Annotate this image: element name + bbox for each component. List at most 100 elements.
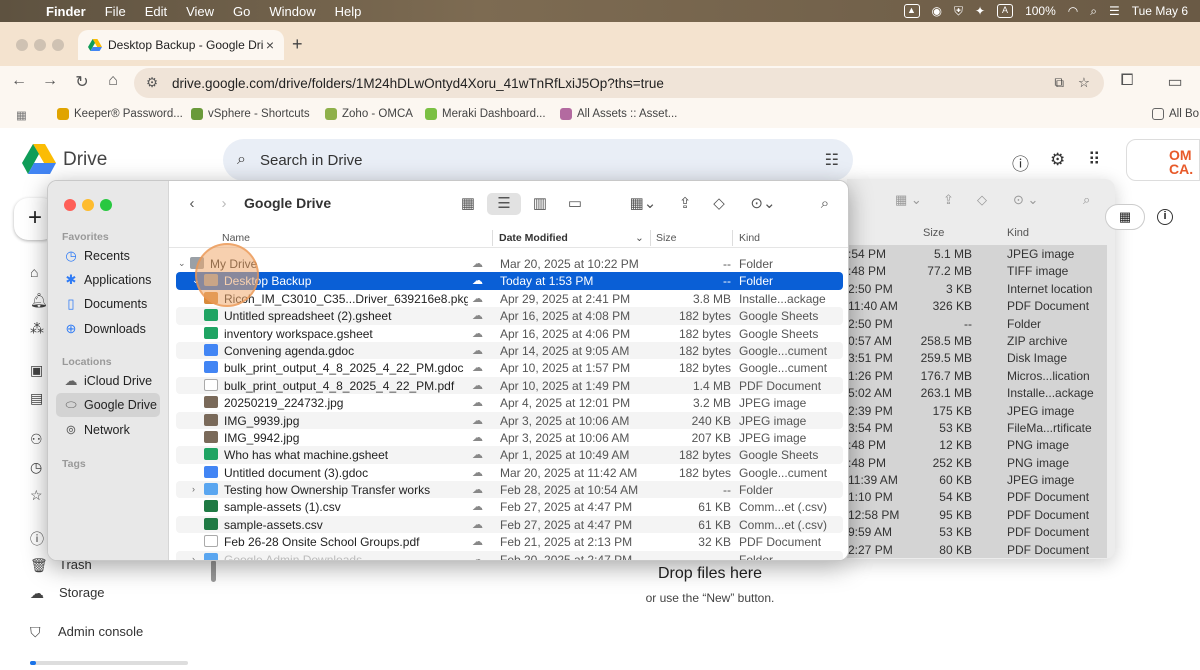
file-row[interactable]: Untitled spreadsheet (2).gsheet ☁ Apr 16, …	[176, 307, 843, 325]
bg-file-row[interactable]: 5:02 AM 263.1 MB Installe...ackage	[847, 384, 1107, 402]
bg-file-row[interactable]: 2:27 PM 80 KB PDF Document	[847, 540, 1107, 559]
storage-cloud-icon[interactable]: ☁	[30, 585, 44, 602]
cloud-status-icon[interactable]: ☁	[472, 257, 483, 270]
bg-file-row[interactable]: 0:57 AM 258.5 MB ZIP archive	[847, 331, 1107, 350]
file-row[interactable]: IMG_9939.jpg ☁ Apr 3, 2025 at 10:06 AM 240 …	[176, 411, 843, 429]
bg-share-icon[interactable]: ⇪	[943, 192, 954, 208]
bookmark-zoho[interactable]: Zoho - OMCA	[325, 108, 413, 120]
bg-file-row[interactable]: 2:50 PM 3 KB Internet location	[847, 279, 1107, 298]
sidebar-item-applications[interactable]: ✱ Applications	[56, 268, 160, 292]
drive-logo-icon[interactable]	[22, 144, 56, 174]
back-chevron-icon[interactable]: ‹	[185, 193, 199, 215]
date-column-header[interactable]: Date Modified	[499, 232, 568, 244]
computers-nav-icon[interactable]: ▤	[30, 390, 43, 407]
column-divider[interactable]	[732, 230, 733, 246]
bg-size-header[interactable]: Size	[923, 227, 944, 239]
menubar-clock[interactable]: Tue May 6	[1132, 4, 1188, 18]
apps-grid-icon[interactable]: ▦	[16, 108, 27, 122]
share-icon[interactable]: ⇪	[674, 193, 696, 215]
cloud-status-icon[interactable]: ☁	[472, 518, 483, 531]
menu-app-name[interactable]: Finder	[46, 4, 86, 19]
bookmark-all-bookmarks[interactable]: All Bo	[1152, 108, 1199, 120]
cloud-status-icon[interactable]: ☁	[472, 535, 483, 548]
bookmark-star-icon[interactable]: ☆	[1078, 75, 1090, 91]
cloud-status-icon[interactable]: ☁	[472, 379, 483, 392]
browser-tab-active[interactable]: Desktop Backup - Google Dri ×	[78, 30, 284, 60]
details-info-icon[interactable]: i	[1157, 209, 1173, 225]
disclosure-closed-icon[interactable]: ›	[192, 484, 195, 494]
tab-close-icon[interactable]: ×	[266, 37, 274, 53]
menu-view[interactable]: View	[186, 4, 214, 19]
file-row[interactable]: bulk_print_output_4_8_2025_4_22_PM.pdf ☁ A…	[176, 376, 843, 395]
settings-gear-icon[interactable]: ⚙	[1050, 150, 1065, 170]
cloud-status-icon[interactable]: ☁	[472, 361, 483, 374]
drive-view-toggle-icon[interactable]: ▦	[1105, 204, 1145, 230]
bg-file-row[interactable]: 9:59 AM 53 KB PDF Document	[847, 523, 1107, 541]
address-bar[interactable]: ⚙ drive.google.com/drive/folders/1M24hDL…	[134, 68, 1104, 98]
column-divider[interactable]	[492, 230, 493, 246]
bg-kind-header[interactable]: Kind	[1007, 227, 1029, 239]
org-logo[interactable]: OM CA.	[1126, 139, 1200, 181]
bg-file-row[interactable]: :48 PM 12 KB PNG image	[847, 436, 1107, 454]
column-divider[interactable]	[650, 230, 651, 246]
file-row[interactable]: Ricoh_IM_C3010_C35...Driver_639216e8.pkg…	[176, 290, 843, 307]
cloud-status-icon[interactable]: ☁	[472, 553, 483, 560]
sidebar-scrollbar[interactable]	[211, 560, 216, 582]
group-by-icon[interactable]: ▦⌄	[625, 193, 661, 215]
bookmark-meraki[interactable]: Meraki Dashboard...	[425, 108, 546, 120]
cloud-status-icon[interactable]: ☁	[472, 466, 483, 479]
bg-file-row[interactable]: 12:58 PM 95 KB PDF Document	[847, 505, 1107, 524]
gallery-view-icon[interactable]: ▭	[561, 193, 589, 215]
bg-file-row[interactable]: 1:10 PM 54 KB PDF Document	[847, 488, 1107, 506]
size-column-header[interactable]: Size	[656, 232, 676, 244]
bg-group-icon[interactable]: ▦ ⌄	[895, 192, 922, 208]
bg-file-row[interactable]: :54 PM 5.1 MB JPEG image	[847, 245, 1107, 263]
menu-go[interactable]: Go	[233, 4, 250, 19]
cloud-status-icon[interactable]: ☁	[472, 344, 483, 357]
starred-nav-icon[interactable]: ☆	[30, 487, 43, 504]
file-row[interactable]: sample-assets.csv ☁ Feb 27, 2025 at 4:47 P…	[176, 515, 843, 534]
workspaces-nav-icon[interactable]: ⁂	[30, 320, 44, 337]
background-finder-window[interactable]: ▦ ⌄ ⇪ ◇ ⊙ ⌄ ⌕ Size Kind :54 PM 5.1 MB JPEG…	[847, 179, 1115, 559]
activity-nav-icon[interactable]: 🔔︎	[30, 292, 48, 309]
drive-search-bar[interactable]: ⌕ Search in Drive ☷	[223, 139, 853, 181]
install-app-icon[interactable]: ⧉	[1054, 75, 1064, 91]
cloud-status-icon[interactable]: ☁	[472, 414, 483, 427]
window-close-button[interactable]	[16, 39, 28, 51]
cloud-status-icon[interactable]: ☁	[472, 274, 483, 287]
file-row[interactable]: bulk_print_output_4_8_2025_4_22_PM.gdoc ☁…	[176, 359, 843, 376]
finder-zoom-button[interactable]	[100, 199, 112, 211]
finder-close-button[interactable]	[64, 199, 76, 211]
sidebar-item-icloud[interactable]: ☁ iCloud Drive	[56, 369, 160, 393]
bg-file-row[interactable]: 1:26 PM 176.7 MB Micros...lication	[847, 366, 1107, 385]
bg-file-row[interactable]: 11:40 AM 326 KB PDF Document	[847, 297, 1107, 315]
bird-status-icon[interactable]: ✦	[975, 4, 985, 18]
cloud-status-icon[interactable]: ☁	[472, 448, 483, 461]
admin-shield-icon[interactable]: ⛉	[30, 624, 41, 641]
control-center-icon[interactable]: ☰	[1109, 4, 1120, 18]
file-row[interactable]: 20250219_224732.jpg ☁ Apr 4, 2025 at 12:01…	[176, 394, 843, 411]
cast-icon[interactable]: ▭	[1164, 72, 1186, 92]
bg-tag-icon[interactable]: ◇	[977, 192, 987, 208]
disclosure-open-icon[interactable]: ⌄	[178, 258, 186, 269]
status-app-icon[interactable]: ▲	[903, 4, 920, 18]
finder-window[interactable]: Favorites ◷ Recents ✱ Applications ▯ Docume…	[47, 180, 849, 561]
cloud-status-icon[interactable]: ☁	[472, 431, 483, 444]
storage-nav-label[interactable]: Storage	[59, 585, 105, 600]
file-row-selected[interactable]: ⌄Desktop Backup☁Today at 1:53 PM--Folder	[176, 272, 843, 290]
new-tab-button[interactable]: +	[292, 34, 303, 55]
drop-zone[interactable]: Drop files here or use the “New” button.	[560, 565, 860, 605]
file-row[interactable]: ⌄My Drive☁Mar 20, 2025 at 10:22 PM--Fold…	[176, 255, 843, 272]
help-icon[interactable]: ⓘ	[1012, 150, 1029, 175]
menu-file[interactable]: File	[105, 4, 126, 19]
reload-button[interactable]: ↻	[71, 72, 93, 92]
window-minimize-button[interactable]	[34, 39, 46, 51]
site-info-icon[interactable]: ⚙	[144, 75, 160, 91]
bookmark-keeper[interactable]: Keeper® Password...	[57, 108, 183, 120]
bg-file-row[interactable]: 11:39 AM 60 KB JPEG image	[847, 471, 1107, 489]
window-zoom-button[interactable]	[52, 39, 64, 51]
cloud-status-icon[interactable]: ☁	[472, 483, 483, 496]
bg-file-row[interactable]: 2:39 PM 175 KB JPEG image	[847, 401, 1107, 419]
file-row[interactable]: › Testing how Ownership Transfer works ☁ Fe…	[176, 481, 843, 499]
url-text[interactable]: drive.google.com/drive/folders/1M24hDLwO…	[172, 76, 664, 91]
